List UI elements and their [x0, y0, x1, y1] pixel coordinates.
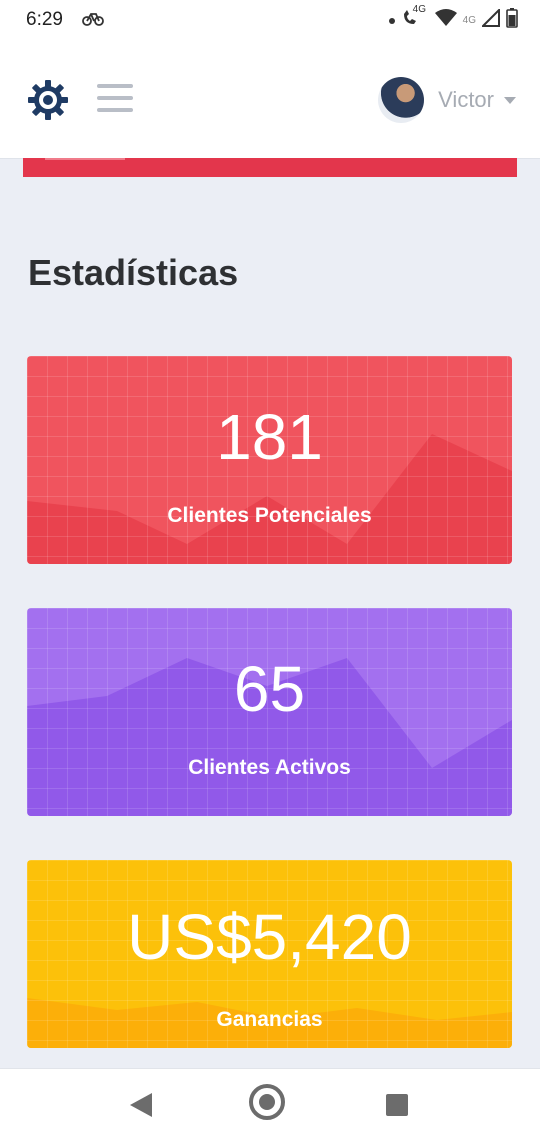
call-4g-icon: 4G: [401, 4, 426, 33]
stat-card-ganancias[interactable]: US$5,420 Ganancias: [27, 860, 512, 1048]
hamburger-menu-icon[interactable]: [97, 84, 133, 116]
section-title: Estadísticas: [28, 252, 239, 293]
stat-value: 65: [233, 653, 306, 725]
status-bar: 6:29 4G 4G: [0, 0, 540, 40]
stat-value: US$5,420: [127, 901, 412, 973]
stat-card-clientes-activos[interactable]: 65 Clientes Activos: [27, 608, 512, 816]
stat-label: Clientes Potenciales: [167, 504, 372, 527]
stat-label: Ganancias: [216, 1008, 323, 1031]
stat-value: 181: [216, 401, 323, 473]
signal-icon: [480, 7, 500, 32]
status-time: 6:29: [26, 9, 63, 30]
home-icon[interactable]: [249, 1084, 285, 1120]
status-icons: 4G 4G: [388, 4, 518, 33]
user-name[interactable]: Victor: [438, 87, 494, 113]
user-menu[interactable]: Victor: [378, 76, 516, 124]
recent-apps-icon[interactable]: [386, 1094, 408, 1116]
call-4g-label: 4G: [412, 3, 426, 15]
accent-strip: [23, 158, 517, 177]
back-icon[interactable]: [130, 1093, 152, 1117]
stat-card-clientes-potenciales[interactable]: 181 Clientes Potenciales: [27, 356, 512, 564]
app-header: Victor: [0, 40, 540, 159]
gear-icon[interactable]: [26, 78, 70, 122]
caret-down-icon[interactable]: [504, 96, 516, 104]
avatar[interactable]: [378, 77, 425, 123]
stat-label: Clientes Activos: [188, 756, 351, 779]
wifi-icon: [434, 8, 457, 32]
signal-4g-label: 4G: [462, 14, 476, 26]
battery-icon: [506, 7, 518, 33]
bike-notification-icon: [82, 9, 104, 32]
dot-icon: [388, 11, 395, 29]
system-nav-bar: [0, 1068, 540, 1141]
